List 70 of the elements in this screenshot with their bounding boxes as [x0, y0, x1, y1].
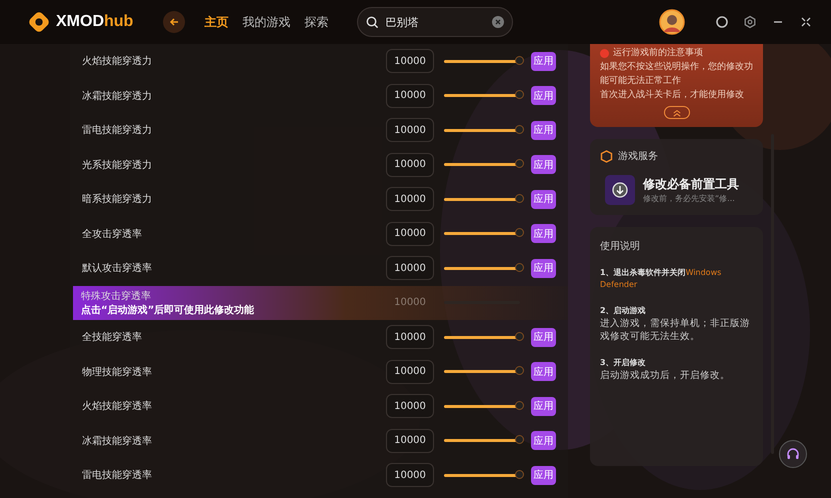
headset-icon [786, 447, 800, 461]
app-name: XMODhub [56, 13, 134, 31]
collapse-button[interactable] [664, 106, 690, 119]
apply-button[interactable]: 应用 [531, 52, 556, 71]
value-field[interactable]: 10000 [386, 84, 434, 108]
step-text: 3、开启修改 [600, 357, 647, 369]
notice-text: 如果您不按这些说明操作，您的修改功能可能无法正常工作 [600, 60, 753, 88]
card-title: 游戏服务 [618, 150, 658, 163]
arrow-icon [168, 16, 180, 28]
tool-description: 修改前，务必先安装“修... [643, 193, 736, 204]
value-field[interactable]: 10000 [386, 256, 434, 280]
apply-button[interactable]: 应用 [531, 258, 556, 278]
setting-label: 全攻击穿透率 [82, 228, 143, 241]
clear-icon[interactable] [492, 16, 504, 28]
warning-icon [600, 48, 609, 58]
value-field[interactable]: 10000 [386, 463, 434, 488]
download-icon [605, 175, 635, 205]
apply-button[interactable]: 应用 [531, 224, 556, 244]
tool-item[interactable]: 修改必备前置工具 修改前，务必先安装“修... [600, 175, 753, 205]
value-field[interactable]: 10000 [386, 325, 434, 350]
maximize-icon[interactable] [799, 15, 813, 29]
search-icon [366, 16, 380, 28]
setting-label: 默认攻击穿透率 [82, 262, 153, 276]
settings-icon[interactable] [743, 15, 757, 29]
setting-label: 火焰技能穿透力 [82, 54, 153, 68]
apply-button[interactable]: 应用 [531, 328, 556, 347]
nav-tab[interactable]: 主页 [197, 14, 236, 30]
value-field[interactable]: 10000 [386, 222, 434, 246]
step-text: 1、退出杀毒软件并关闭Windows Defender [600, 267, 722, 291]
setting-label: 雷电技能穿透力 [82, 124, 153, 138]
setting-label: 雷电技能穿透率 [82, 468, 153, 482]
setting-label: 全技能穿透率 [82, 330, 143, 344]
chevron-icon [672, 108, 682, 116]
setting-label: 物理技能穿透率 [82, 366, 153, 379]
search-text: 巴别塔 [385, 14, 420, 30]
nav-tab[interactable]: 我的游戏 [235, 14, 298, 30]
apply-button[interactable]: 应用 [531, 120, 556, 140]
step-description: 启动游戏成功后，开启修改。 [600, 369, 731, 382]
value-field[interactable]: 10000 [386, 428, 434, 453]
apply-button[interactable]: 应用 [531, 431, 556, 450]
notice-title: 运行游戏前的注意事项 [613, 46, 703, 60]
value-field[interactable]: 10000 [386, 187, 434, 212]
card-title: 使用说明 [600, 240, 641, 253]
back-button[interactable] [163, 11, 186, 33]
value-field[interactable]: 10000 [386, 49, 434, 74]
value-field[interactable]: 10000 [386, 118, 434, 142]
setting-label: 冰霜技能穿透力 [82, 90, 153, 103]
apply-button[interactable]: 应用 [531, 86, 556, 106]
setting-label: 暗系技能穿透力 [82, 192, 153, 206]
search-field[interactable]: 巴别塔 [357, 7, 514, 37]
tool-name: 修改必备前置工具 [643, 176, 739, 193]
value-field[interactable]: 10000 [386, 360, 434, 384]
apply-button[interactable]: 应用 [531, 396, 556, 416]
setting-label: 光系技能穿透力 [82, 158, 153, 172]
setting-label: 火焰技能穿透率 [82, 400, 153, 414]
value-text: 10000 [393, 296, 427, 310]
notice-text: 首次进入战斗关卡后，才能使用修改 [600, 88, 745, 102]
setting-label: 冰霜技能穿透率 [82, 434, 153, 448]
nav-tab[interactable]: 探索 [297, 14, 336, 30]
setting-label: 特殊攻击穿透率 [81, 290, 152, 303]
locked-hint: 点击“启动游戏”后即可使用此修改功能 [81, 303, 256, 317]
value-field[interactable]: 10000 [386, 394, 434, 418]
apply-button[interactable]: 应用 [531, 362, 556, 382]
step-text: 2、启动游戏 [600, 305, 647, 317]
apply-button[interactable]: 应用 [531, 190, 556, 209]
value-field[interactable]: 10000 [386, 152, 434, 177]
avatar[interactable] [659, 9, 685, 35]
step-description: 进入游戏，需保持单机；非正版游戏修改可能无法生效。 [600, 317, 751, 343]
apply-button[interactable]: 应用 [531, 466, 556, 485]
apply-button[interactable]: 应用 [531, 155, 556, 174]
